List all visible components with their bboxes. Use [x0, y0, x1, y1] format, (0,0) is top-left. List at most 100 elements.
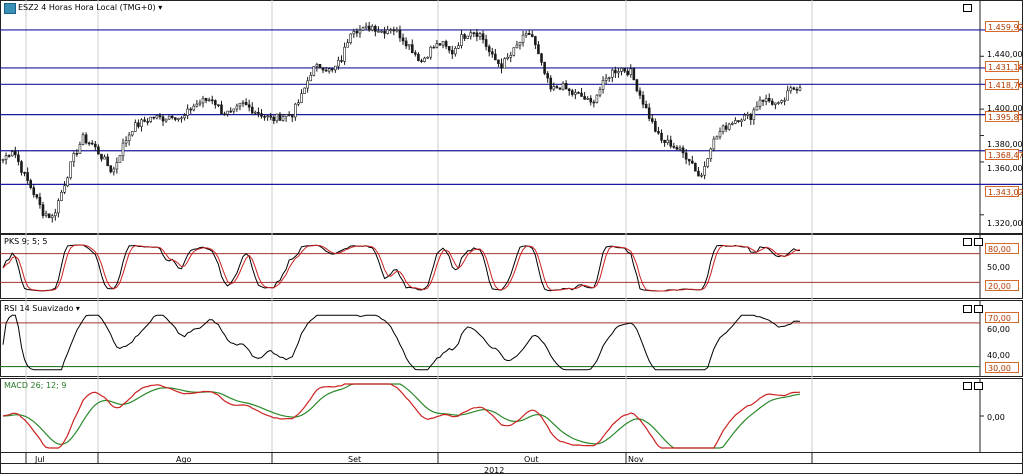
candle-body — [32, 187, 36, 195]
candle-body — [103, 156, 106, 160]
candle-body — [364, 25, 368, 29]
rsi-title-text: RSI 14 Suavizado — [4, 304, 74, 313]
candle-body — [780, 100, 783, 103]
rsi-caret-icon[interactable]: ▾ — [76, 304, 80, 313]
candle-body — [444, 41, 448, 47]
candle-body — [149, 116, 153, 122]
price-tick: 1.360,00 — [987, 164, 1023, 173]
candle-body — [703, 166, 706, 176]
candle-body — [395, 29, 399, 32]
candle-body — [435, 43, 439, 48]
candle-body — [746, 113, 749, 116]
rsi-tick: 40,00 — [987, 351, 1010, 360]
candle-body — [232, 108, 236, 112]
level-tag: 1.459,92 — [985, 21, 1024, 32]
candle-body — [432, 46, 436, 49]
candle-body — [737, 120, 740, 122]
candle-body — [106, 156, 109, 167]
candle-body — [367, 25, 371, 31]
level-tag: 1.368,47 — [985, 149, 1024, 160]
candle-body — [334, 65, 337, 71]
candle-body — [10, 151, 14, 157]
candle-body — [127, 134, 131, 142]
maximize-icon[interactable] — [963, 305, 972, 313]
candle-body — [370, 25, 374, 31]
candle-body — [226, 110, 229, 115]
candle-body — [503, 58, 506, 69]
month-label: Ago — [176, 455, 192, 464]
candle-body — [740, 119, 743, 122]
candle-body — [207, 99, 211, 102]
pks-level-tag: 80,00 — [985, 243, 1019, 254]
candle-body — [290, 114, 294, 118]
candle-body — [567, 88, 571, 92]
candle-body — [650, 118, 654, 122]
candle-body — [601, 80, 605, 90]
candle-body — [315, 64, 319, 67]
candle-body — [152, 116, 156, 119]
candle-body — [349, 33, 353, 43]
candle-body — [392, 29, 396, 32]
candle-body — [490, 51, 494, 55]
candle-body — [610, 69, 614, 78]
candle-body — [17, 154, 20, 162]
candle-body — [78, 144, 82, 154]
candle-body — [570, 90, 574, 95]
candle-body — [506, 56, 509, 59]
candle-body — [752, 109, 756, 120]
candle-body — [712, 138, 716, 150]
candle-body — [644, 103, 648, 109]
pks-title[interactable]: PKS 9; 5; 5 — [4, 237, 47, 246]
candle-body — [660, 132, 663, 141]
candle-body — [297, 102, 300, 105]
candle-body — [417, 53, 420, 61]
candle-body — [414, 52, 417, 55]
candle-body — [380, 30, 383, 33]
candle-body — [124, 140, 128, 144]
candle-body — [684, 152, 688, 160]
rsi-title[interactable]: RSI 14 Suavizado ▾ — [4, 304, 80, 313]
candle-body — [401, 37, 405, 42]
candle-body — [134, 122, 137, 132]
candle-body — [647, 107, 651, 119]
candle-body — [552, 86, 556, 90]
candle-body — [663, 139, 666, 144]
candle-body — [687, 158, 691, 162]
candle-body — [321, 67, 325, 71]
candle-body — [478, 33, 482, 37]
candle-body — [469, 32, 473, 37]
candle-body — [229, 110, 233, 113]
pks-tick: 50,00 — [987, 263, 1010, 272]
candle-body — [115, 162, 119, 170]
candle-body — [383, 30, 386, 34]
candle-body — [90, 142, 94, 145]
maximize-icon[interactable] — [963, 238, 972, 246]
level-tag: 1.418,76 — [985, 79, 1024, 90]
chart-title-caret-icon[interactable]: ▾ — [158, 3, 162, 12]
candle-body — [118, 155, 122, 163]
chart-title[interactable]: ESZ2 4 Horas Hora Local (TMG+0) ▾ — [18, 3, 162, 12]
macd-title[interactable]: MACD 26; 12; 9 — [4, 381, 66, 390]
price-tick: 1.320,00 — [987, 219, 1023, 228]
candle-body — [774, 102, 777, 105]
candle-body — [767, 97, 771, 102]
candle-body — [247, 104, 251, 108]
maximize-icon[interactable] — [963, 4, 972, 12]
candle-body — [389, 29, 393, 31]
candle-body — [509, 55, 513, 58]
candle-body — [112, 168, 116, 173]
candle-body — [161, 116, 165, 122]
candle-body — [186, 108, 189, 116]
symbol-badge-icon[interactable] — [4, 3, 16, 14]
candle-body — [54, 212, 57, 217]
maximize-icon[interactable] — [963, 382, 972, 390]
candle-body — [420, 60, 423, 62]
candle-body — [549, 77, 553, 90]
candle-body — [47, 213, 51, 218]
candle-body — [700, 174, 703, 177]
candle-body — [410, 44, 414, 53]
close-icon[interactable] — [974, 238, 983, 246]
close-icon[interactable] — [974, 305, 983, 313]
close-icon[interactable] — [974, 382, 983, 390]
candle-body — [460, 34, 463, 46]
